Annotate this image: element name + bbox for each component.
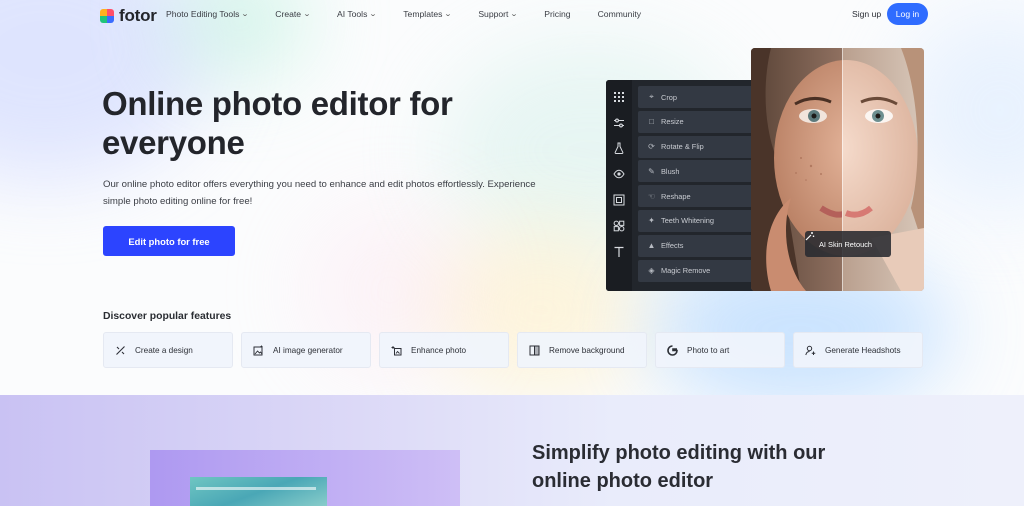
photo-art-icon <box>667 344 678 356</box>
editor-menu: ⌖ Crop □ Resize ⟳ Rotate & Flip ✎ Blush ☜ Res… <box>638 86 756 284</box>
edit-photo-button[interactable]: Edit photo for free <box>103 226 235 256</box>
features-heading: Discover popular features <box>103 311 232 322</box>
sparkle-icon: ✦ <box>648 216 655 226</box>
resize-icon: □ <box>649 117 654 127</box>
nav-create[interactable]: Create ⌄ <box>275 9 312 19</box>
rotate-icon: ⟳ <box>648 142 655 152</box>
portrait-photo: AI Skin Retouch <box>751 48 924 291</box>
main-nav: Photo Editing Tools ⌄ Create ⌄ AI Tools ⌄ T… <box>166 9 668 19</box>
feature-enhance-photo[interactable]: Enhance photo <box>379 332 509 368</box>
feature-cards: Create a design AI image generator Enhan… <box>103 332 923 368</box>
menu-item-teeth-whitening[interactable]: ✦ Teeth Whitening <box>638 209 756 232</box>
feature-ai-image-generator[interactable]: AI image generator <box>241 332 371 368</box>
feature-remove-background[interactable]: Remove background <box>517 332 647 368</box>
fotor-logo[interactable]: fotor <box>100 6 157 26</box>
text-icon[interactable] <box>613 246 625 258</box>
headshot-icon <box>805 345 816 356</box>
section-title: Simplify photo editing with our online p… <box>532 442 826 492</box>
menu-item-rotate-flip[interactable]: ⟳ Rotate & Flip <box>638 135 756 158</box>
chevron-down-icon: ⌄ <box>369 11 378 18</box>
logo-mark-icon <box>100 9 114 23</box>
chevron-down-icon: ⌄ <box>510 11 519 18</box>
flask-icon[interactable] <box>613 142 625 154</box>
eraser-icon: ◈ <box>648 266 655 276</box>
hero-description: Our online photo editor offers everythin… <box>103 179 536 207</box>
reshape-icon: ☜ <box>647 191 656 201</box>
chevron-down-icon: ⌄ <box>241 11 250 18</box>
menu-item-reshape[interactable]: ☜ Reshape <box>638 185 756 208</box>
brush-icon: ✎ <box>648 166 655 176</box>
frame-icon[interactable] <box>613 194 625 206</box>
chevron-down-icon: ⌄ <box>302 11 312 18</box>
menu-item-blush[interactable]: ✎ Blush <box>638 160 756 183</box>
shapes-icon[interactable] <box>613 220 625 232</box>
nav-templates[interactable]: Templates ⌄ <box>403 9 453 19</box>
ai-skin-retouch-badge[interactable]: AI Skin Retouch <box>805 231 891 257</box>
editor-preview: ⌖ Crop □ Resize ⟳ Rotate & Flip ✎ Blush ☜ Res… <box>606 80 758 291</box>
crop-icon: ⌖ <box>649 92 654 101</box>
logo-text: fotor <box>119 6 157 25</box>
menu-item-effects[interactable]: ▲ Effects <box>638 234 756 257</box>
menu-item-magic-remove[interactable]: ◈ Magic Remove <box>638 259 756 282</box>
menu-item-resize[interactable]: □ Resize <box>638 110 756 133</box>
feature-generate-headshots[interactable]: Generate Headshots <box>793 332 923 368</box>
menu-item-crop[interactable]: ⌖ Crop <box>638 86 756 108</box>
feature-create-design[interactable]: Create a design <box>103 332 233 368</box>
login-button[interactable]: Log in <box>887 3 928 25</box>
enhance-icon <box>391 345 402 356</box>
ai-image-icon <box>253 345 264 356</box>
chevron-down-icon: ⌄ <box>444 11 453 18</box>
remove-bg-icon <box>529 345 540 356</box>
nav-community[interactable]: Community <box>598 9 641 19</box>
nav-pricing[interactable]: Pricing <box>544 9 570 19</box>
simplify-section: Simplify photo editing with our online p… <box>0 395 1024 506</box>
nav-photo-editing-tools[interactable]: Photo Editing Tools ⌄ <box>166 9 250 19</box>
sample-photo <box>190 477 327 506</box>
feature-photo-to-art[interactable]: Photo to art <box>655 332 785 368</box>
eye-icon[interactable] <box>613 168 625 180</box>
signup-link[interactable]: Sign up <box>852 9 881 19</box>
top-navigation: fotor Photo Editing Tools ⌄ Create ⌄ AI To… <box>0 0 1024 28</box>
grid-icon[interactable] <box>613 91 625 103</box>
hero-title: Online photo editor for everyone <box>102 85 453 161</box>
nav-ai-tools[interactable]: AI Tools ⌄ <box>337 9 378 19</box>
effects-icon: ▲ <box>647 241 656 251</box>
editor-toolbar <box>606 80 632 291</box>
design-icon <box>115 345 126 356</box>
sliders-icon[interactable] <box>613 117 625 129</box>
nav-support[interactable]: Support ⌄ <box>478 9 519 19</box>
